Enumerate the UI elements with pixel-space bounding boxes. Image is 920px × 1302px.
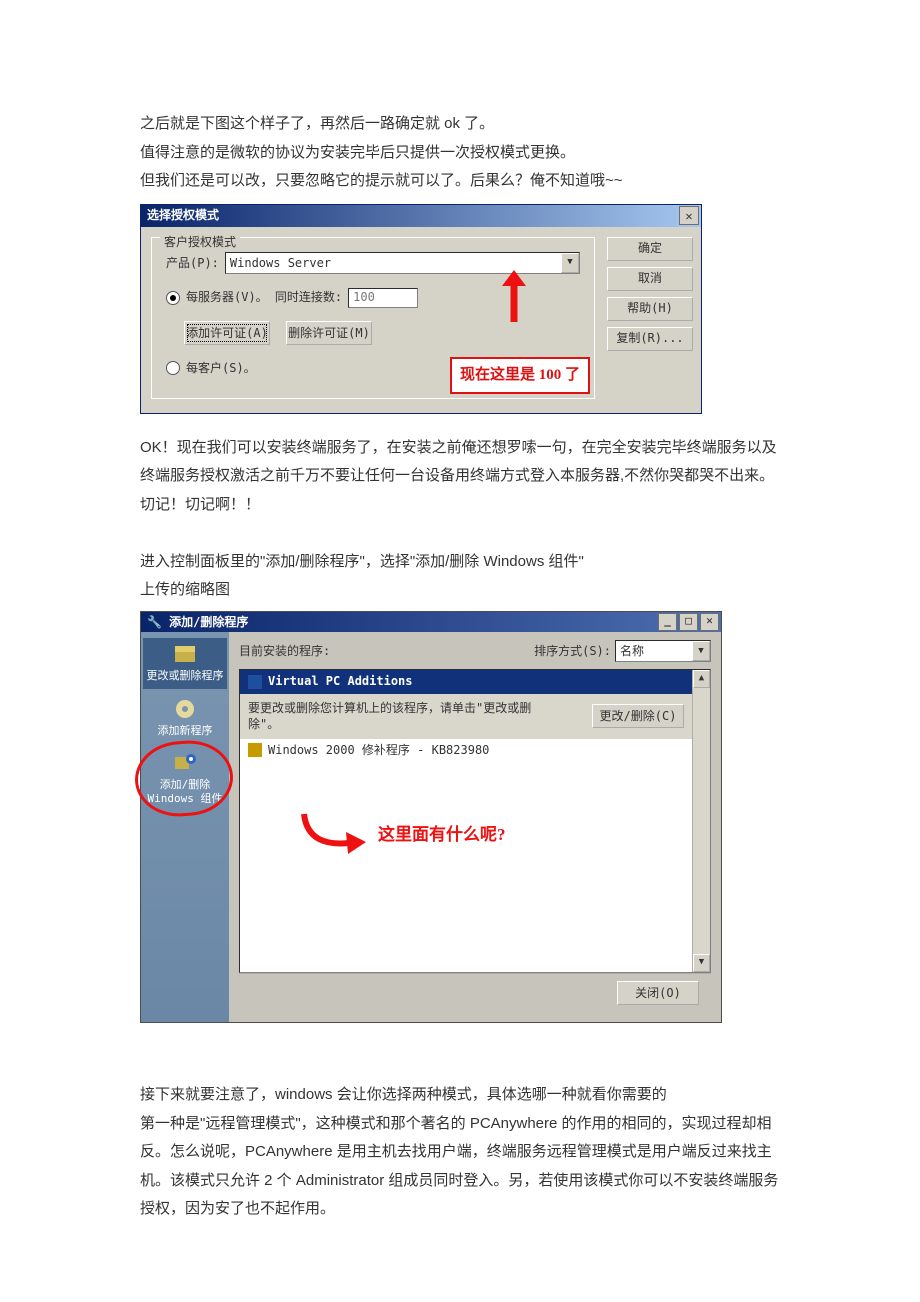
per-client-label: 每客户(S)。 — [186, 357, 256, 380]
add-remove-programs-dialog: 🔧 添加/删除程序 _ □ ✕ 更改或删除程序 添加新 — [140, 611, 722, 1023]
per-server-label: 每服务器(V)。 同时连接数: — [186, 286, 342, 309]
annotation-circle-icon — [133, 738, 236, 819]
programs-list: Virtual PC Additions 要更改或删除您计算机上的该程序，请单击… — [239, 669, 711, 973]
main-panel: 目前安装的程序: 排序方式(S): 名称 ▼ Virtual PC Additi — [229, 632, 721, 1022]
sidebar: 更改或删除程序 添加新程序 添加/删除 Windows 组件 — [141, 632, 229, 1022]
paragraph: 但我们还是可以改，只要忽略它的提示就可以了。后果么？俺不知道哦~~ — [140, 167, 780, 196]
connections-field[interactable]: 100 — [348, 288, 418, 308]
installed-programs-label: 目前安装的程序: — [239, 640, 330, 663]
dialog-title: 选择授权模式 — [147, 204, 219, 227]
per-client-radio[interactable] — [166, 361, 180, 375]
list-item[interactable]: Virtual PC Additions — [240, 670, 692, 694]
program-description-row: 要更改或删除您计算机上的该程序，请单击"更改或删除"。 更改/删除(C) — [240, 694, 692, 740]
paragraph: 切记！切记啊！！ — [140, 491, 780, 520]
scroll-down-icon[interactable]: ▼ — [693, 954, 710, 972]
groupbox-title: 客户授权模式 — [160, 231, 240, 254]
change-remove-button[interactable]: 更改/删除(C) — [592, 704, 684, 728]
paragraph: 之后就是下图这个样子了，再然后一路确定就 ok 了。 — [140, 110, 780, 139]
product-label: 产品(P): — [166, 252, 219, 275]
annotation-callout: 现在这里是 100 了 — [450, 357, 590, 394]
dialog-titlebar: 🔧 添加/删除程序 _ □ ✕ — [141, 612, 721, 632]
product-value: Windows Server — [230, 252, 331, 275]
program-name: Windows 2000 修补程序 - KB823980 — [268, 739, 489, 762]
program-icon — [248, 743, 262, 757]
sidebar-item-windows-components[interactable]: 添加/删除 Windows 组件 — [143, 747, 227, 812]
program-icon — [248, 675, 262, 689]
chevron-down-icon[interactable]: ▼ — [561, 253, 579, 273]
ok-button[interactable]: 确定 — [607, 237, 693, 261]
sort-combo[interactable]: 名称 ▼ — [615, 640, 711, 662]
sort-value: 名称 — [620, 640, 644, 663]
paragraph: OK！现在我们可以安装终端服务了，在安装之前俺还想罗嗦一句，在完全安装完毕终端服… — [140, 434, 780, 491]
scrollbar[interactable]: ▲ ▼ — [692, 670, 710, 972]
scroll-up-icon[interactable]: ▲ — [693, 670, 710, 688]
maximize-icon[interactable]: □ — [679, 613, 698, 631]
paragraph: 接下来就要注意了，windows 会让你选择两种模式，具体选哪一种就看你需要的 — [140, 1081, 780, 1110]
paragraph: 上传的缩略图 — [140, 576, 780, 605]
box-icon — [171, 642, 199, 666]
chevron-down-icon[interactable]: ▼ — [692, 641, 710, 661]
dialog-title: 添加/删除程序 — [169, 615, 248, 629]
add-license-button[interactable]: 添加许可证(A) — [184, 321, 270, 345]
delete-license-button[interactable]: 删除许可证(M) — [286, 321, 372, 345]
annotation: 这里面有什么呢? — [300, 810, 506, 860]
annotation-arrow-icon — [300, 810, 370, 860]
dialog-titlebar: 选择授权模式 ✕ — [141, 205, 701, 227]
paragraph: 值得注意的是微软的协议为安装完毕后只提供一次授权模式更换。 — [140, 139, 780, 168]
paragraph: 进入控制面板里的"添加/删除程序"，选择"添加/删除 Windows 组件" — [140, 548, 780, 577]
licensing-mode-dialog: 选择授权模式 ✕ 客户授权模式 产品(P): Windows Server ▼ … — [140, 204, 702, 414]
sidebar-item-label: 添加新程序 — [158, 724, 213, 737]
sort-label: 排序方式(S): — [534, 640, 611, 663]
per-server-radio[interactable] — [166, 291, 180, 305]
list-item[interactable]: Windows 2000 修补程序 - KB823980 — [240, 739, 692, 761]
sidebar-item-label: 更改或删除程序 — [147, 669, 224, 682]
help-button[interactable]: 帮助(H) — [607, 297, 693, 321]
sidebar-item-add-new[interactable]: 添加新程序 — [143, 693, 227, 744]
product-combo[interactable]: Windows Server ▼ — [225, 252, 580, 274]
close-icon[interactable]: ✕ — [679, 206, 699, 225]
program-description: 要更改或删除您计算机上的该程序，请单击"更改或删除"。 — [248, 700, 538, 734]
cd-icon — [171, 697, 199, 721]
cancel-button[interactable]: 取消 — [607, 267, 693, 291]
minimize-icon[interactable]: _ — [658, 613, 677, 631]
copy-button[interactable]: 复制(R)... — [607, 327, 693, 351]
close-button[interactable]: 关闭(O) — [617, 981, 699, 1005]
sidebar-item-change-remove[interactable]: 更改或删除程序 — [143, 638, 227, 689]
paragraph: 第一种是"远程管理模式"，这种模式和那个著名的 PCAnywhere 的作用的相… — [140, 1110, 780, 1224]
program-name: Virtual PC Additions — [268, 670, 413, 693]
client-license-groupbox: 客户授权模式 产品(P): Windows Server ▼ 每服务器(V)。 … — [151, 237, 595, 399]
close-icon[interactable]: ✕ — [700, 613, 719, 631]
